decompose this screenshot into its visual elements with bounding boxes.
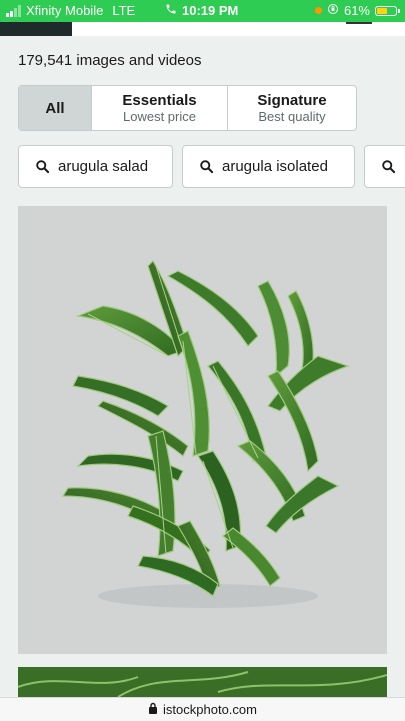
- carrier-name: Xfinity Mobile: [26, 3, 104, 18]
- phone-icon: [165, 3, 177, 18]
- signal-icon: [6, 4, 21, 17]
- search-icon: [35, 159, 50, 174]
- license-filter: All Essentials Lowest price Signature Be…: [18, 85, 357, 131]
- battery-percent: 61%: [343, 3, 370, 18]
- suggestion-chip-arugula-salad[interactable]: arugula salad: [18, 145, 173, 188]
- clock-time: 10:19 PM: [182, 3, 239, 18]
- filter-essentials-label: Essentials: [122, 91, 197, 109]
- result-image-arugula[interactable]: [18, 206, 387, 654]
- network-type: LTE: [112, 3, 136, 18]
- filter-all-button[interactable]: All: [19, 86, 92, 130]
- status-center: 10:19 PM: [165, 3, 238, 18]
- suggestion-chip-arugula-isolated[interactable]: arugula isolated: [182, 145, 355, 188]
- search-icon: [381, 159, 396, 174]
- result-image-next[interactable]: [18, 667, 387, 697]
- filter-all-label: All: [45, 99, 65, 117]
- header-remnant: [0, 22, 405, 36]
- filter-essentials-subtitle: Lowest price: [123, 108, 196, 124]
- url-domain: istockphoto.com: [163, 702, 257, 717]
- status-left: Xfinity Mobile LTE: [6, 3, 135, 18]
- filter-signature-subtitle: Best quality: [258, 108, 326, 124]
- mic-indicator-icon: [314, 7, 322, 14]
- suggestion-chips: arugula salad arugula isolated: [18, 145, 405, 188]
- rotation-lock-icon: [327, 3, 339, 18]
- suggestion-chip-partial[interactable]: [364, 145, 405, 188]
- header-divider: [346, 22, 372, 24]
- filter-signature-button[interactable]: Signature Best quality: [228, 86, 356, 130]
- suggestion-label: arugula salad: [58, 158, 149, 175]
- url-bar[interactable]: istockphoto.com: [0, 697, 405, 721]
- results-count: 179,541 images and videos: [18, 52, 202, 69]
- status-right: 61%: [314, 3, 400, 18]
- next-photo-preview: [18, 667, 387, 697]
- status-bar: Xfinity Mobile LTE 10:19 PM 61%: [0, 0, 405, 22]
- arugula-photo: [61, 260, 350, 608]
- filter-essentials-button[interactable]: Essentials Lowest price: [92, 86, 228, 130]
- filter-signature-label: Signature: [257, 91, 327, 109]
- suggestion-label: arugula isolated: [222, 158, 328, 175]
- battery-icon: [375, 5, 400, 16]
- lock-icon: [148, 702, 158, 717]
- battery-fill: [377, 7, 387, 14]
- search-icon: [199, 159, 214, 174]
- header-dark-block: [0, 22, 72, 36]
